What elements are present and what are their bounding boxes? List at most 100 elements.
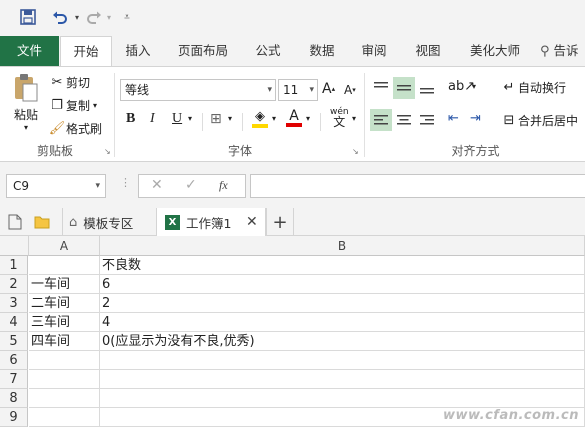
redo-icon[interactable]	[84, 8, 104, 26]
watermark: www.cfan.com.cn	[442, 408, 579, 423]
clipboard-launcher-icon[interactable]: ↘	[104, 147, 111, 156]
orientation-dropdown-icon[interactable]: ▾	[472, 82, 476, 91]
save-icon[interactable]	[18, 8, 38, 26]
row-header[interactable]: 9	[0, 408, 28, 427]
cell-a[interactable]: 二车间	[29, 294, 100, 313]
align-left-icon[interactable]	[370, 109, 392, 131]
row-header[interactable]: 2	[0, 275, 28, 294]
wrap-text-label: 自动换行	[518, 81, 567, 95]
tab-view[interactable]: 视图	[406, 36, 450, 66]
column-header-b[interactable]: B	[100, 236, 585, 256]
copy-button[interactable]: ❐ 复制 ▾	[48, 96, 97, 114]
font-name-select[interactable]: 等线 ▾	[120, 79, 276, 101]
font-name-value: 等线	[125, 83, 150, 97]
row-header[interactable]: 7	[0, 370, 28, 389]
row-header[interactable]: 3	[0, 294, 28, 313]
column-header-a[interactable]: A	[29, 236, 100, 256]
phonetic-char-icon: 文	[333, 115, 346, 129]
align-right-icon[interactable]	[416, 109, 438, 131]
cancel-icon[interactable]: ✕	[151, 177, 163, 193]
cell-b[interactable]: 2	[100, 294, 585, 313]
fill-color-dropdown-icon[interactable]: ▾	[272, 114, 276, 123]
tab-formulas[interactable]: 公式	[246, 36, 290, 66]
font-color-dropdown-icon[interactable]: ▾	[306, 114, 310, 123]
row-header[interactable]: 1	[0, 256, 28, 275]
redo-dropdown-icon[interactable]: ▾	[104, 8, 114, 26]
formula-input[interactable]	[250, 174, 585, 198]
font-color-icon: A	[289, 108, 299, 124]
borders-icon[interactable]: ⊞	[210, 111, 222, 127]
phonetic-button[interactable]: wén 文	[330, 107, 349, 129]
row-header[interactable]: 8	[0, 389, 28, 408]
undo-icon[interactable]	[48, 8, 72, 26]
cell-a[interactable]	[29, 389, 100, 408]
tab-file[interactable]: 文件	[0, 36, 59, 66]
new-document-icon[interactable]	[8, 208, 22, 236]
cell-b[interactable]	[100, 389, 585, 408]
cell-a[interactable]: 四车间	[29, 332, 100, 351]
tell-me-box[interactable]: ⚲ 告诉	[540, 36, 585, 66]
insert-function-icon[interactable]: fx	[219, 178, 228, 193]
row-header[interactable]: 5	[0, 332, 28, 351]
cell-a[interactable]	[29, 370, 100, 389]
tab-insert[interactable]: 插入	[116, 36, 160, 66]
cell-a[interactable]	[29, 351, 100, 370]
select-all-corner[interactable]	[0, 236, 29, 256]
bold-button[interactable]: B	[126, 111, 135, 127]
font-color-button[interactable]: A	[286, 109, 302, 127]
undo-dropdown-icon[interactable]: ▾	[72, 8, 82, 26]
name-box[interactable]: C9 ▾	[6, 174, 106, 198]
merge-center-button[interactable]: ⊟ 合并后居中	[500, 112, 578, 129]
tab-template-zone[interactable]: ⌂ 模板专区	[62, 208, 154, 236]
tab-page-layout[interactable]: 页面布局	[170, 36, 236, 66]
phonetic-dropdown-icon[interactable]: ▾	[352, 114, 356, 123]
align-middle-icon[interactable]	[393, 77, 415, 99]
cell-b[interactable]: 0(应显示为没有不良,优秀)	[100, 332, 585, 351]
font-launcher-icon[interactable]: ↘	[352, 147, 359, 156]
quick-access-toolbar: ▾ ▾ ⩡	[0, 0, 585, 36]
cell-b[interactable]: 不良数	[100, 256, 585, 275]
paste-button[interactable]: 粘贴 ▾	[8, 73, 44, 135]
decrease-indent-icon[interactable]: ⇤	[448, 111, 459, 126]
open-folder-icon[interactable]	[34, 208, 50, 236]
tab-home[interactable]: 开始	[60, 36, 112, 67]
row-header[interactable]: 6	[0, 351, 28, 370]
tab-beautify[interactable]: 美化大师	[460, 36, 530, 66]
cell-a[interactable]: 三车间	[29, 313, 100, 332]
borders-dropdown-icon[interactable]: ▾	[228, 114, 232, 123]
font-size-select[interactable]: 11 ▾	[278, 79, 318, 101]
worksheet-grid[interactable]: A B 1 不良数 2 一车间 6 3 二车间 2 4 三车间 4 5 四车间 0(应显示为没有不良,优秀…	[0, 236, 585, 427]
cell-a[interactable]: 一车间	[29, 275, 100, 294]
cell-b[interactable]: 6	[100, 275, 585, 294]
cell-b[interactable]	[100, 351, 585, 370]
wrap-text-button[interactable]: ↵ 自动换行	[500, 79, 566, 96]
enter-icon[interactable]: ✓	[185, 177, 197, 193]
cell-a[interactable]	[29, 256, 100, 275]
cut-button[interactable]: ✂ 剪切	[48, 73, 90, 91]
increase-font-icon[interactable]: A ▴	[322, 81, 335, 97]
underline-button[interactable]: U	[172, 111, 182, 127]
clipboard-group-label: 剪贴板	[36, 144, 73, 158]
format-painter-label: 格式刷	[66, 121, 103, 136]
align-bottom-icon[interactable]	[416, 77, 438, 99]
align-center-icon[interactable]	[393, 109, 415, 131]
italic-button[interactable]: I	[150, 111, 155, 127]
format-painter-button[interactable]: 🖌 格式刷	[48, 119, 102, 137]
underline-dropdown-icon[interactable]: ▾	[188, 114, 192, 123]
increase-indent-icon[interactable]: ⇥	[470, 111, 481, 126]
paste-dropdown-icon: ▾	[23, 123, 28, 132]
cell-a[interactable]	[29, 408, 100, 427]
cell-b[interactable]: 4	[100, 313, 585, 332]
close-icon[interactable]: ✕	[246, 208, 258, 236]
chevron-down-icon: ▾	[267, 85, 272, 95]
cell-b[interactable]	[100, 370, 585, 389]
customize-icon[interactable]: ⩡	[120, 8, 134, 26]
new-tab-icon[interactable]: +	[266, 208, 294, 236]
fill-color-button[interactable]: ◈	[252, 109, 268, 128]
row-header[interactable]: 4	[0, 313, 28, 332]
decrease-font-icon[interactable]: A ▾	[344, 83, 356, 97]
align-top-icon[interactable]	[370, 77, 392, 99]
formula-buttons: ✕ ✓ fx	[138, 174, 246, 198]
tab-data[interactable]: 数据	[300, 36, 344, 66]
tab-review[interactable]: 审阅	[352, 36, 396, 66]
